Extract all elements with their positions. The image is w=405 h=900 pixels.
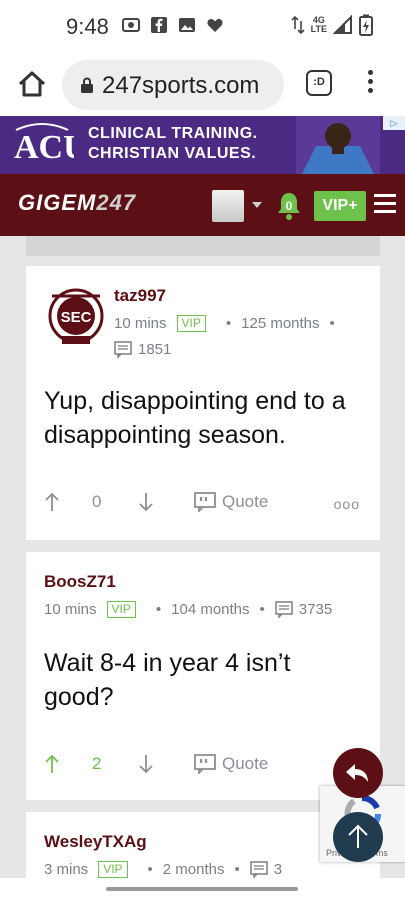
- url-text: 247sports.com: [102, 72, 260, 99]
- reply-icon: [346, 764, 368, 782]
- comment-icon: [275, 601, 293, 618]
- post-actions: 2 Quote: [44, 750, 364, 778]
- quote-icon: [194, 492, 216, 512]
- downvote-button[interactable]: [138, 488, 154, 516]
- scroll-to-top-button[interactable]: [333, 812, 383, 862]
- arrow-up-icon: [45, 492, 59, 511]
- upvote-button[interactable]: [44, 488, 60, 516]
- ad-photo: [296, 116, 380, 174]
- post-meta: 3 mins VIP • 2 months • 3: [44, 861, 283, 878]
- post-comment-count: 1851: [114, 341, 171, 358]
- post-time: 10 mins: [114, 315, 167, 332]
- user-badge-image[interactable]: SEC: [46, 284, 106, 348]
- post-card: SEC taz997 10 mins VIP • 125 months • 18…: [26, 266, 380, 540]
- arrow-down-icon: [139, 493, 153, 512]
- divider: [26, 236, 380, 256]
- post-comment-count: 3: [273, 861, 283, 878]
- vote-count: 0: [92, 492, 102, 511]
- downvote-button[interactable]: [138, 750, 154, 778]
- ad-line-1: CLINICAL TRAINING.: [88, 125, 258, 142]
- quote-button[interactable]: Quote: [194, 488, 268, 516]
- post-comment-count: 3735: [298, 601, 333, 618]
- gesture-bar: [0, 878, 405, 900]
- avatar[interactable]: [212, 190, 244, 222]
- vip-tag: VIP: [106, 601, 136, 618]
- more-options-icon[interactable]: ooo: [334, 496, 360, 512]
- svg-text:SEC: SEC: [61, 309, 92, 326]
- home-gesture-pill[interactable]: [106, 887, 298, 891]
- arrow-down-icon: [139, 755, 153, 774]
- ad-line-2: CHRISTIAN VALUES.: [88, 145, 257, 162]
- quote-button[interactable]: Quote: [194, 750, 268, 778]
- tab-switcher-button[interactable]: :D: [306, 70, 332, 96]
- reply-button[interactable]: [333, 748, 383, 798]
- arrow-up-icon: [348, 824, 368, 848]
- vote-count: 2: [92, 754, 102, 773]
- post-time: 3 mins: [44, 861, 89, 878]
- notification-icons: [122, 16, 224, 34]
- post-username[interactable]: BoosZ71: [44, 572, 116, 592]
- acu-logo: ACU: [14, 123, 74, 166]
- ad-text: CLINICAL TRAINING. CHRISTIAN VALUES.: [88, 124, 258, 164]
- status-time: 9:48: [66, 14, 109, 39]
- post-actions: 0 Quote ooo: [44, 488, 364, 516]
- heart-icon: [207, 19, 223, 32]
- svg-text:ACU: ACU: [14, 129, 74, 166]
- arrow-up-icon: [45, 754, 59, 773]
- signal-icon: [333, 15, 352, 34]
- post-card: BoosZ71 10 mins VIP • 104 months • 3735 …: [26, 552, 380, 800]
- facebook-icon: [151, 17, 167, 33]
- network-type: 4G LTE: [310, 15, 327, 34]
- image-icon: [179, 18, 195, 32]
- notification-count: 0: [285, 199, 293, 213]
- post-meta: 10 mins VIP • 125 months •: [114, 315, 335, 332]
- post-time: 10 mins: [44, 601, 97, 618]
- member-tenure: 125 months: [241, 315, 320, 332]
- post-body: Wait 8-4 in year 4 isn’t good?: [44, 649, 291, 711]
- address-bar[interactable]: 247sports.com: [62, 60, 284, 110]
- quote-icon: [194, 754, 216, 774]
- upvote-button[interactable]: [44, 750, 60, 778]
- vip-tag: VIP: [98, 861, 128, 878]
- member-tenure: 2 months: [162, 861, 225, 878]
- status-bar: 9:48 4G LTE: [0, 0, 405, 54]
- browser-toolbar: 247sports.com :D: [0, 54, 405, 116]
- member-tenure: 104 months: [171, 601, 250, 618]
- adchoices-icon[interactable]: ▷: [383, 116, 405, 130]
- browser-menu-button[interactable]: [360, 70, 380, 100]
- vip-tag: VIP: [176, 315, 206, 332]
- post-meta: 10 mins VIP • 104 months • 3735: [44, 601, 333, 618]
- system-icons: 4G LTE: [291, 14, 373, 36]
- chevron-down-icon[interactable]: [252, 202, 262, 208]
- battery-icon: [359, 14, 373, 36]
- hamburger-menu-icon[interactable]: [374, 194, 396, 216]
- post-body: Yup, disappointing end to a disappointin…: [44, 387, 346, 449]
- comment-icon: [250, 861, 268, 878]
- home-icon[interactable]: [16, 68, 48, 100]
- ad-banner[interactable]: ACU CLINICAL TRAINING. CHRISTIAN VALUES.…: [0, 116, 405, 174]
- site-header: GIGEM247 0 VIP+: [0, 174, 405, 236]
- site-logo[interactable]: GIGEM247: [18, 190, 136, 216]
- camera-icon: [122, 18, 140, 32]
- post-username[interactable]: WesleyTXAg: [44, 832, 147, 852]
- vip-plus-button[interactable]: VIP+: [314, 191, 366, 221]
- lock-icon: [81, 77, 93, 93]
- post-username[interactable]: taz997: [114, 286, 166, 306]
- data-arrows-icon: [291, 15, 305, 35]
- comment-icon: [114, 341, 132, 358]
